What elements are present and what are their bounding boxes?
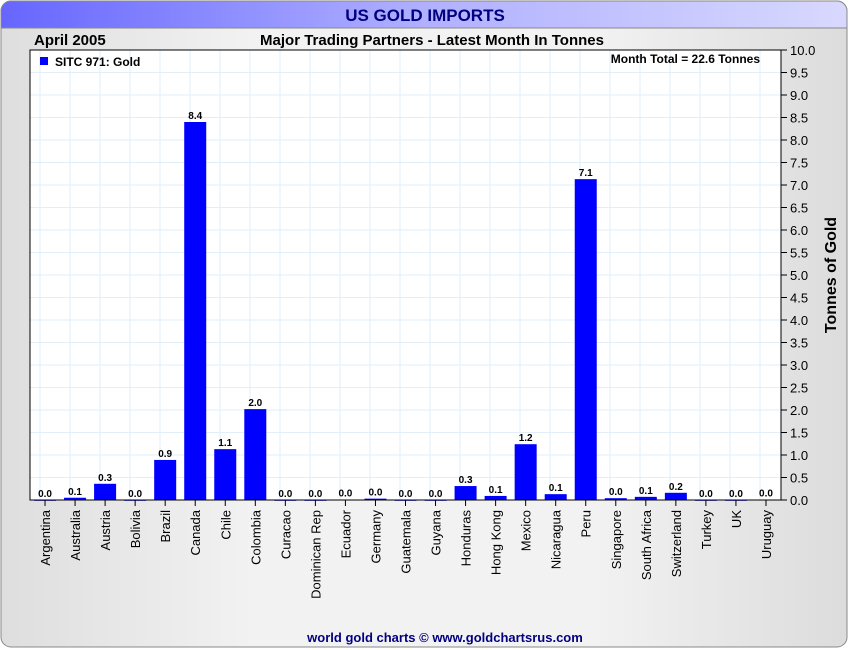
x-tick-label: Peru bbox=[579, 510, 594, 537]
x-tick-label: UK bbox=[729, 510, 744, 528]
x-tick-label: Guatemala bbox=[399, 509, 414, 573]
bar bbox=[214, 449, 237, 500]
data-label: 0.3 bbox=[459, 475, 473, 486]
data-label: 1.1 bbox=[218, 438, 232, 449]
y-tick-label: 6.5 bbox=[790, 201, 808, 216]
y-tick-label: 1.0 bbox=[790, 448, 808, 463]
y-tick-label: 8.5 bbox=[790, 111, 808, 126]
y-tick-label: 5.5 bbox=[790, 246, 808, 261]
x-tick-label: Mexico bbox=[519, 510, 534, 551]
data-label: 0.1 bbox=[639, 486, 653, 497]
chart-window: US GOLD IMPORTS April 2005 Major Trading… bbox=[0, 0, 850, 650]
y-tick-label: 2.5 bbox=[790, 381, 808, 396]
x-tick-label: Nicaragua bbox=[549, 509, 564, 569]
x-tick-label: South Africa bbox=[639, 509, 654, 580]
bar bbox=[94, 483, 117, 500]
y-tick-label: 9.5 bbox=[790, 66, 808, 81]
data-label: 0.0 bbox=[128, 489, 142, 500]
data-label: 0.0 bbox=[699, 489, 713, 500]
x-tick-label: Curacao bbox=[278, 510, 293, 559]
y-tick-label: 9.0 bbox=[790, 88, 808, 103]
data-label: 0.0 bbox=[399, 489, 413, 500]
y-tick-label: 3.5 bbox=[790, 336, 808, 351]
data-label: 0.1 bbox=[549, 483, 563, 494]
x-tick-label: Argentina bbox=[38, 509, 53, 565]
data-label: 0.0 bbox=[338, 489, 352, 500]
y-tick-label: 0.5 bbox=[790, 471, 808, 486]
x-tick-label: Brazil bbox=[158, 510, 173, 543]
bar bbox=[244, 409, 267, 500]
chart: US GOLD IMPORTS April 2005 Major Trading… bbox=[0, 0, 848, 648]
data-label: 0.0 bbox=[759, 489, 773, 500]
bar bbox=[154, 459, 177, 500]
x-tick-label: Bolivia bbox=[128, 509, 143, 548]
x-tick-label: Colombia bbox=[248, 509, 263, 565]
footer-credit: world gold charts © www.goldchartsrus.co… bbox=[306, 630, 583, 645]
x-tick-label: Austria bbox=[98, 509, 113, 550]
x-tick-label: Singapore bbox=[609, 510, 624, 569]
x-tick-label: Honduras bbox=[459, 510, 474, 567]
y-tick-label: 3.0 bbox=[790, 358, 808, 373]
x-tick-label: Uruguay bbox=[759, 510, 774, 560]
data-label: 0.0 bbox=[729, 489, 743, 500]
x-tick-label: Switzerland bbox=[669, 510, 684, 577]
chart-subtitle: Major Trading Partners - Latest Month In… bbox=[260, 32, 604, 49]
x-tick-label: Guyana bbox=[429, 509, 444, 555]
month-total-annotation: Month Total = 22.6 Tonnes bbox=[611, 52, 761, 66]
bar bbox=[544, 494, 567, 500]
data-label: 0.0 bbox=[429, 489, 443, 500]
x-tick-label: Ecuador bbox=[338, 509, 353, 558]
bar bbox=[454, 486, 477, 500]
data-label: 0.1 bbox=[68, 487, 82, 498]
data-label: 0.1 bbox=[489, 485, 503, 496]
data-label: 7.1 bbox=[579, 168, 593, 179]
data-label: 0.3 bbox=[98, 473, 112, 484]
y-tick-label: 6.0 bbox=[790, 223, 808, 238]
y-tick-label: 2.0 bbox=[790, 403, 808, 418]
data-label: 0.9 bbox=[158, 449, 172, 460]
x-tick-label: Dominican Rep bbox=[308, 510, 323, 599]
chart-title: US GOLD IMPORTS bbox=[345, 6, 505, 25]
data-label: 1.2 bbox=[519, 433, 533, 444]
y-tick-label: 8.0 bbox=[790, 133, 808, 148]
legend-label: SITC 971: Gold bbox=[55, 55, 140, 69]
data-label: 0.0 bbox=[609, 487, 623, 498]
bar bbox=[184, 122, 207, 500]
bar bbox=[484, 495, 507, 500]
x-tick-label: Canada bbox=[188, 509, 203, 555]
data-label: 0.0 bbox=[278, 489, 292, 500]
y-axis-label: Tonnes of Gold bbox=[823, 217, 840, 333]
x-tick-label: Hong Kong bbox=[489, 510, 504, 575]
x-tick-label: Australia bbox=[68, 509, 83, 560]
y-tick-label: 7.5 bbox=[790, 156, 808, 171]
data-label: 0.2 bbox=[669, 482, 683, 493]
y-tick-label: 5.0 bbox=[790, 268, 808, 283]
x-tick-label: Germany bbox=[368, 510, 383, 564]
y-tick-label: 0.0 bbox=[790, 493, 808, 508]
bar bbox=[664, 492, 687, 500]
bar bbox=[514, 444, 537, 500]
data-label: 0.0 bbox=[369, 488, 383, 499]
x-tick-label: Chile bbox=[218, 510, 233, 540]
y-tick-label: 10.0 bbox=[790, 43, 815, 58]
y-tick-label: 1.5 bbox=[790, 426, 808, 441]
bar bbox=[574, 179, 597, 500]
legend-swatch bbox=[40, 57, 48, 65]
y-tick-label: 7.0 bbox=[790, 178, 808, 193]
data-label: 0.0 bbox=[38, 489, 52, 500]
y-tick-label: 4.0 bbox=[790, 313, 808, 328]
data-label: 0.0 bbox=[308, 489, 322, 500]
x-tick-label: Turkey bbox=[699, 510, 714, 550]
y-tick-label: 4.5 bbox=[790, 291, 808, 306]
period-label: April 2005 bbox=[34, 32, 106, 49]
data-label: 2.0 bbox=[248, 398, 262, 409]
data-label: 8.4 bbox=[188, 111, 202, 122]
